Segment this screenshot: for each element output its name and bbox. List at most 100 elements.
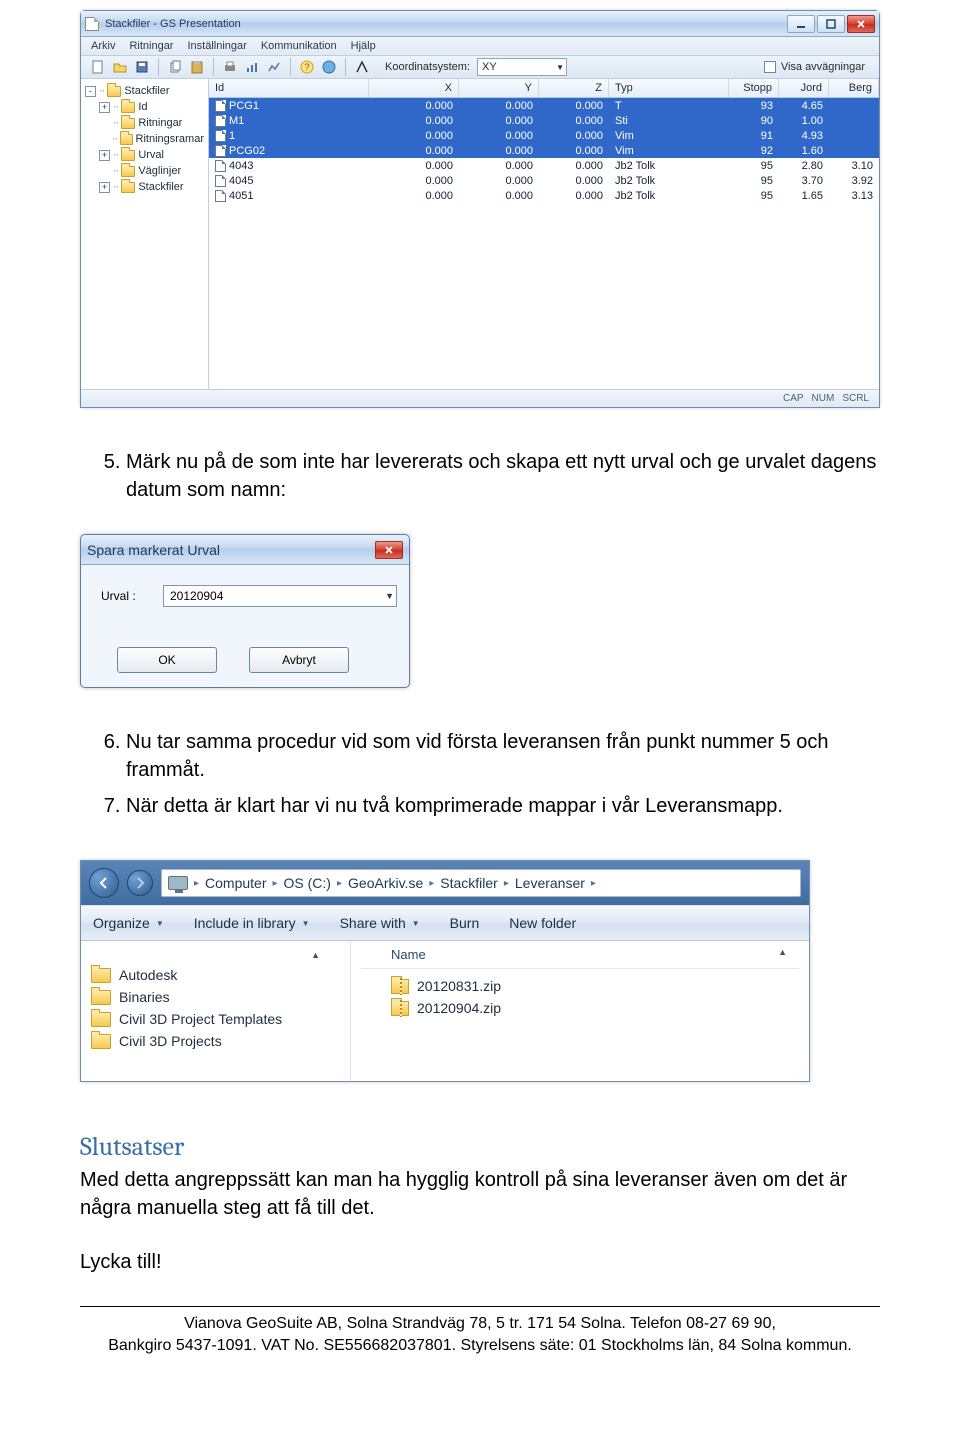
tb-paste-icon[interactable]: [188, 58, 206, 76]
menu-kommunikation[interactable]: Kommunikation: [261, 40, 337, 52]
menu-arkiv[interactable]: Arkiv: [91, 40, 115, 52]
file-item[interactable]: 20120831.zip: [391, 975, 799, 997]
row-doc-icon: [215, 175, 226, 187]
row-doc-icon: [215, 100, 226, 112]
col-stopp[interactable]: Stopp: [729, 79, 779, 97]
nav-back-button[interactable]: [89, 868, 119, 898]
bc-computer[interactable]: Computer: [205, 875, 266, 891]
tree-expand-icon[interactable]: +: [99, 182, 110, 193]
nav-folder-item[interactable]: Binaries: [91, 986, 340, 1008]
grid-panel: Id X Y Z Typ Stopp Jord Berg PCG10.0000.…: [209, 79, 879, 389]
urval-value: 20120904: [170, 589, 223, 603]
tree-panel[interactable]: -··Stackfiler+··Id··Ritningar··Ritningsr…: [81, 79, 209, 389]
col-y[interactable]: Y: [459, 79, 539, 97]
include-button[interactable]: Include in library▼: [194, 915, 310, 931]
tb-chart-icon[interactable]: [243, 58, 261, 76]
coord-select[interactable]: XY ▼: [477, 58, 567, 76]
grid-body[interactable]: PCG10.0000.0000.000T934.65M10.0000.0000.…: [209, 98, 879, 389]
tree-item[interactable]: +··Id: [85, 99, 204, 115]
file-item[interactable]: 20120904.zip: [391, 997, 799, 1019]
titlebar[interactable]: Stackfiler - GS Presentation: [81, 11, 879, 37]
tb-info-icon[interactable]: [320, 58, 338, 76]
chevron-down-icon: ▼: [556, 63, 564, 72]
tree-item[interactable]: -··Stackfiler: [85, 83, 204, 99]
tb-save-icon[interactable]: [133, 58, 151, 76]
folder-icon: [120, 134, 133, 145]
col-z[interactable]: Z: [539, 79, 609, 97]
nav-folder-item[interactable]: Civil 3D Project Templates: [91, 1008, 340, 1030]
urval-input[interactable]: 20120904 ▼: [163, 585, 397, 607]
col-x[interactable]: X: [369, 79, 459, 97]
grid-header[interactable]: Id X Y Z Typ Stopp Jord Berg: [209, 79, 879, 98]
minimize-button[interactable]: [787, 15, 815, 33]
tree-item-label: Stackfiler: [138, 181, 183, 193]
tree-item-label: Väglinjer: [138, 165, 181, 177]
tb-misc-icon[interactable]: [353, 58, 371, 76]
tb-copy-icon[interactable]: [166, 58, 184, 76]
newfolder-button[interactable]: New folder: [509, 915, 576, 931]
menu-installningar[interactable]: Inställningar: [187, 40, 246, 52]
bc-os[interactable]: OS (C:): [284, 875, 331, 891]
table-row[interactable]: PCG10.0000.0000.000T934.65: [209, 98, 879, 113]
col-berg[interactable]: Berg: [829, 79, 879, 97]
cancel-button[interactable]: Avbryt: [249, 647, 349, 673]
tree-item[interactable]: ··Ritningar: [85, 115, 204, 131]
tree-item[interactable]: +··Stackfiler: [85, 179, 204, 195]
table-row[interactable]: PCG020.0000.0000.000Vim921.60: [209, 143, 879, 158]
menu-ritningar[interactable]: Ritningar: [129, 40, 173, 52]
dialog-titlebar[interactable]: Spara markerat Urval: [81, 535, 409, 565]
col-typ[interactable]: Typ: [609, 79, 729, 97]
nav-folder-item[interactable]: Autodesk: [91, 964, 340, 986]
table-row[interactable]: 40510.0000.0000.000Jb2 Tolk951.653.13: [209, 188, 879, 203]
explorer-col-name[interactable]: Name ▲: [361, 941, 799, 969]
maximize-button[interactable]: [817, 15, 845, 33]
table-row[interactable]: 40430.0000.0000.000Jb2 Tolk952.803.10: [209, 158, 879, 173]
chevron-right-icon: ▸: [504, 878, 509, 889]
tree-item[interactable]: +··Urval: [85, 147, 204, 163]
col-jord[interactable]: Jord: [779, 79, 829, 97]
bc-stackfiler[interactable]: Stackfiler: [440, 875, 498, 891]
zip-icon: [391, 1001, 409, 1016]
statusbar: CAP NUM SCRL: [81, 389, 879, 407]
tree-item[interactable]: ··Ritningsramar: [85, 131, 204, 147]
minimize-icon: [796, 19, 806, 29]
nav-fwd-button[interactable]: [127, 870, 153, 896]
tree-expand-icon[interactable]: +: [99, 150, 110, 161]
table-row[interactable]: M10.0000.0000.000Sti901.00: [209, 113, 879, 128]
show-offsets-checkbox[interactable]: Visa avvägningar: [764, 61, 865, 73]
col-id[interactable]: Id: [209, 79, 369, 97]
ok-button[interactable]: OK: [117, 647, 217, 673]
coord-label: Koordinatsystem:: [385, 61, 470, 73]
table-row[interactable]: 10.0000.0000.000Vim914.93: [209, 128, 879, 143]
tree-collapse-icon[interactable]: -: [85, 86, 96, 97]
nav-folder-item[interactable]: Civil 3D Projects: [91, 1030, 340, 1052]
tb-help-icon[interactable]: ?: [298, 58, 316, 76]
tree-item[interactable]: ··Väglinjer: [85, 163, 204, 179]
chevron-right-icon: ▸: [273, 878, 278, 889]
tb-open-icon[interactable]: [111, 58, 129, 76]
tb-new-icon[interactable]: [89, 58, 107, 76]
explorer-file-pane[interactable]: Name ▲ 20120831.zip20120904.zip: [351, 941, 809, 1081]
tree-expand-icon[interactable]: +: [99, 102, 110, 113]
menu-hjalp[interactable]: Hjälp: [351, 40, 376, 52]
folder-icon: [121, 102, 135, 113]
share-button[interactable]: Share with▼: [340, 915, 420, 931]
close-button[interactable]: [847, 15, 875, 33]
step5-text: Märk nu på de som inte har levererats oc…: [126, 448, 880, 504]
tb-graph-icon[interactable]: [265, 58, 283, 76]
slutsatser-p1: Med detta angreppssätt kan man ha hyggli…: [80, 1166, 880, 1222]
page-footer: Vianova GeoSuite AB, Solna Strandväg 78,…: [80, 1313, 880, 1356]
save-urval-dialog: Spara markerat Urval Urval : 20120904 ▼ …: [80, 534, 410, 688]
breadcrumb[interactable]: ▸Computer ▸OS (C:) ▸GeoArkiv.se ▸Stackfi…: [161, 869, 801, 897]
checkbox-label: Visa avvägningar: [781, 61, 865, 73]
burn-button[interactable]: Burn: [450, 915, 480, 931]
bc-geoarkiv[interactable]: GeoArkiv.se: [348, 875, 423, 891]
chevron-right-icon: ▸: [337, 878, 342, 889]
tb-print-icon[interactable]: [221, 58, 239, 76]
table-row[interactable]: 40450.0000.0000.000Jb2 Tolk953.703.92: [209, 173, 879, 188]
explorer-nav-pane[interactable]: ▲ AutodeskBinariesCivil 3D Project Templ…: [81, 941, 351, 1081]
bc-leveranser[interactable]: Leveranser: [515, 875, 585, 891]
dialog-close-button[interactable]: [375, 541, 403, 559]
organize-button[interactable]: Organize▼: [93, 915, 164, 931]
folder-icon: [107, 86, 121, 97]
